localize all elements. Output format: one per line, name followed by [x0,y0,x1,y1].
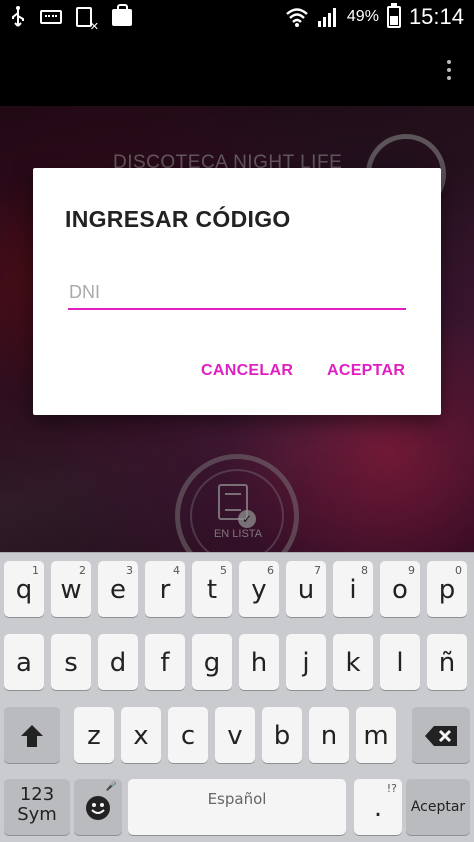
shopping-bag-icon [112,3,132,26]
shift-key[interactable] [4,707,60,763]
signal-icon [317,7,339,27]
key-w[interactable]: 2w [51,561,91,617]
key-label: b [273,721,291,751]
key-d[interactable]: d [98,634,138,690]
key-label: l [396,648,404,678]
keyboard-icon [40,10,62,24]
mic-icon: 🎤 [105,782,117,792]
status-bar: 49% 15:14 [0,0,474,34]
emoji-icon [74,794,122,827]
dialog-title: INGRESAR CÓDIGO [65,206,291,232]
space-key-label: Español [207,790,267,808]
key-f[interactable]: f [145,634,185,690]
soft-keyboard: 1q2w3e4r5t6y7u8i9o0p a s d f gh j k l ñ z x c vbnm 12… [0,552,474,842]
shift-icon [4,722,60,755]
key-label: e [110,575,126,605]
symbols-key-label: 123 Sym [17,784,57,825]
key-label: g [203,648,221,678]
key-label: y [251,575,267,605]
key-n[interactable]: n [309,707,349,763]
emoji-key[interactable]: 🎤 [74,779,122,835]
dni-input[interactable] [68,276,406,310]
key-ñ[interactable]: ñ [427,634,467,690]
sim-error-icon [76,7,99,33]
app-bar [0,34,474,106]
key-j[interactable]: j [286,634,326,690]
key-h[interactable]: h [239,634,279,690]
period-key[interactable]: !? . [354,779,402,835]
code-dialog: INGRESAR CÓDIGO CANCELAR ACEPTAR [33,168,441,415]
key-label: t [206,575,218,605]
key-label: k [345,648,361,678]
key-label: u [297,575,315,605]
key-z[interactable]: z [74,707,114,763]
key-y[interactable]: 6y [239,561,279,617]
clock: 15:14 [408,4,464,29]
key-label: d [109,648,127,678]
key-x[interactable]: x [121,707,161,763]
enter-key[interactable]: Aceptar [406,779,470,835]
key-b[interactable]: b [262,707,302,763]
key-a[interactable]: a [4,634,44,690]
key-p[interactable]: 0p [427,561,467,617]
key-g[interactable]: g [192,634,232,690]
enter-key-label: Aceptar [410,799,466,815]
key-label: o [392,575,408,605]
key-c[interactable]: c [168,707,208,763]
battery-percent: 49% [346,8,379,25]
key-label: x [133,721,149,751]
key-i[interactable]: 8i [333,561,373,617]
key-label: q [15,575,33,605]
key-label: i [349,575,357,605]
backspace-key[interactable] [412,707,470,763]
key-t[interactable]: 5t [192,561,232,617]
key-label: a [16,648,32,678]
key-label: ñ [438,648,456,678]
key-q[interactable]: 1q [4,561,44,617]
wifi-icon [285,7,309,27]
backspace-icon [412,722,470,753]
space-key[interactable]: Español [128,779,346,835]
key-m[interactable]: m [356,707,396,763]
symbols-key[interactable]: 123 Sym [4,779,70,835]
overflow-menu-icon[interactable] [446,60,452,84]
key-r[interactable]: 4r [145,561,185,617]
accept-button[interactable]: ACEPTAR [327,362,405,380]
key-u[interactable]: 7u [286,561,326,617]
battery-charging-icon [386,3,401,28]
key-label: n [320,721,338,751]
key-label: r [159,575,171,605]
key-o[interactable]: 9o [380,561,420,617]
key-label: j [302,648,310,678]
cancel-button[interactable]: CANCELAR [201,362,293,380]
key-k[interactable]: k [333,634,373,690]
usb-icon [10,6,26,28]
key-e[interactable]: 3e [98,561,138,617]
key-s[interactable]: s [51,634,91,690]
key-label: p [438,575,456,605]
key-label: f [160,648,170,678]
period-key-label: . [373,793,383,823]
key-label: v [227,721,243,751]
key-label: m [363,721,389,751]
key-label: w [60,575,82,605]
key-label: c [180,721,196,751]
key-label: h [250,648,268,678]
key-label: z [87,721,101,751]
key-label: s [64,648,78,678]
key-v[interactable]: v [215,707,255,763]
key-l[interactable]: l [380,634,420,690]
